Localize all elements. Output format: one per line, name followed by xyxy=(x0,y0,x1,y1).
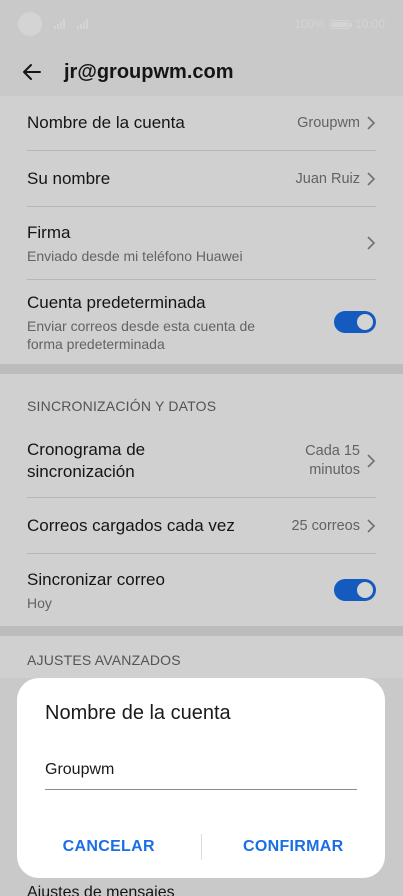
dialog-title: Nombre de la cuenta xyxy=(45,702,231,724)
dialog-actions: CANCELAR CONFIRMAR xyxy=(17,830,385,864)
account-name-input[interactable] xyxy=(45,761,357,790)
cancel-button[interactable]: CANCELAR xyxy=(17,838,201,856)
confirm-button[interactable]: CONFIRMAR xyxy=(202,838,386,856)
account-name-dialog: Nombre de la cuenta CANCELAR CONFIRMAR xyxy=(17,678,385,878)
